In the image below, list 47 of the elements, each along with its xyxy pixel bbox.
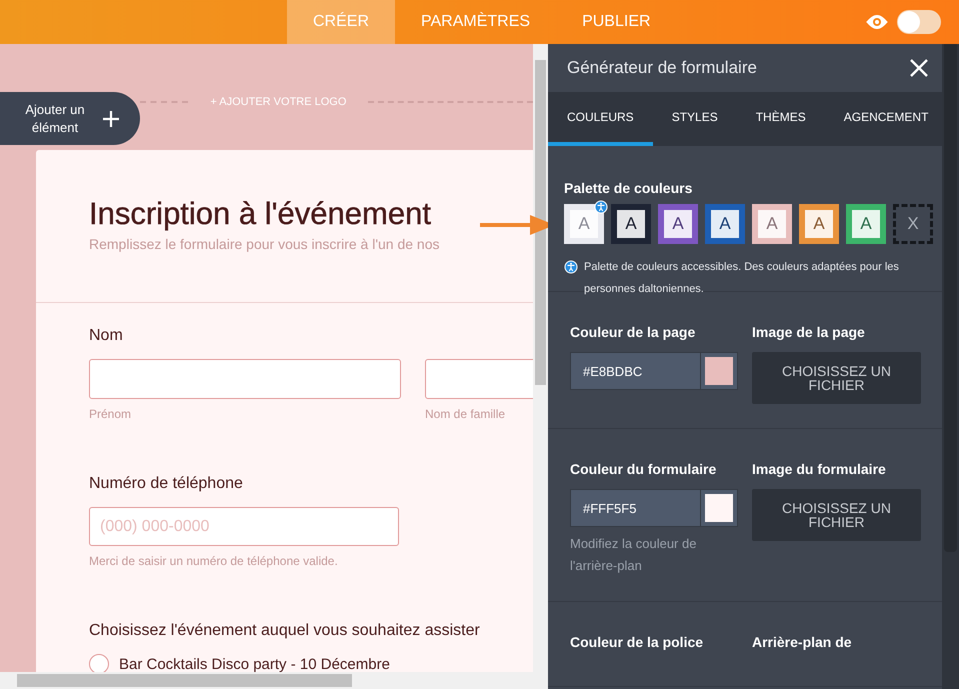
panel-title: Générateur de formulaire <box>567 58 758 78</box>
input-field[interactable] <box>89 359 401 399</box>
form-subtitle: Remplissez le formulaire pour vous inscrire à l'un de nos <box>89 236 440 252</box>
field-hint: Modifiez la couleur de l'arrière-plan <box>570 535 698 575</box>
close-icon <box>910 59 928 77</box>
palette-swatch[interactable]: A <box>705 204 745 244</box>
field-label: Choisissez l'événement auquel vous souhaitez assister <box>89 622 480 640</box>
panel-tab[interactable]: AGENCEMENT <box>824 92 942 146</box>
plus-icon <box>102 110 120 128</box>
panel-tab[interactable]: COULEURS <box>548 92 653 146</box>
no-palette-swatch[interactable]: X <box>893 204 933 244</box>
palette-swatch[interactable]: A <box>799 204 839 244</box>
color-field[interactable]: #FFF5F5 <box>570 489 738 527</box>
sub-label: Nom de famille <box>425 407 506 421</box>
option-label: Bar Cocktails Disco party - 10 Décembre <box>119 656 390 672</box>
field-label: Numéro de téléphone <box>89 475 243 493</box>
field-label: Nom <box>89 327 123 345</box>
horizontal-scrollbar[interactable] <box>0 672 548 689</box>
palette-swatch[interactable]: A <box>658 204 698 244</box>
palette-note: Palette de couleurs accessibles. Des couleurs adaptées pour les personnes daltoniennes. <box>584 260 900 297</box>
palette-swatch[interactable]: A <box>611 204 651 244</box>
form-title: Inscription à l'événement <box>89 196 431 232</box>
field-label: Arrière-plan de <box>752 634 853 650</box>
choose-file-button[interactable]: CHOISISSEZ UN FICHIER <box>752 489 921 541</box>
field-label: Couleur de la police <box>570 634 704 650</box>
phone-field[interactable]: (000) 000-0000 <box>89 507 399 546</box>
vertical-scrollbar[interactable] <box>533 44 548 672</box>
panel-tab[interactable]: THÈMES <box>736 92 825 146</box>
sub-label: Prénom <box>89 407 132 421</box>
palette-swatch[interactable]: A <box>846 204 886 244</box>
preview-toggle[interactable] <box>897 10 941 34</box>
field-label: Image du formulaire <box>752 461 887 477</box>
field-label: Couleur de la page <box>570 324 696 340</box>
pointer-arrow <box>480 214 548 236</box>
choose-file-button[interactable]: CHOISISSEZ UN FICHIER <box>752 352 921 404</box>
add-element-button[interactable]: Ajouter un élément <box>0 92 140 145</box>
panel-tab[interactable]: STYLES <box>652 92 737 146</box>
close-button[interactable] <box>910 59 928 77</box>
accessibility-icon <box>564 260 578 274</box>
color-field[interactable]: #E8BDBC <box>570 352 738 390</box>
radio-button[interactable] <box>89 654 109 672</box>
eye-icon[interactable] <box>865 14 889 30</box>
field-label: Couleur du formulaire <box>570 461 718 477</box>
field-hint: Merci de saisir un numéro de téléphone valide. <box>89 554 338 568</box>
palette-swatch[interactable]: A <box>752 204 792 244</box>
section-heading: Palette de couleurs <box>564 180 694 196</box>
field-label: Image de la page <box>752 324 866 340</box>
